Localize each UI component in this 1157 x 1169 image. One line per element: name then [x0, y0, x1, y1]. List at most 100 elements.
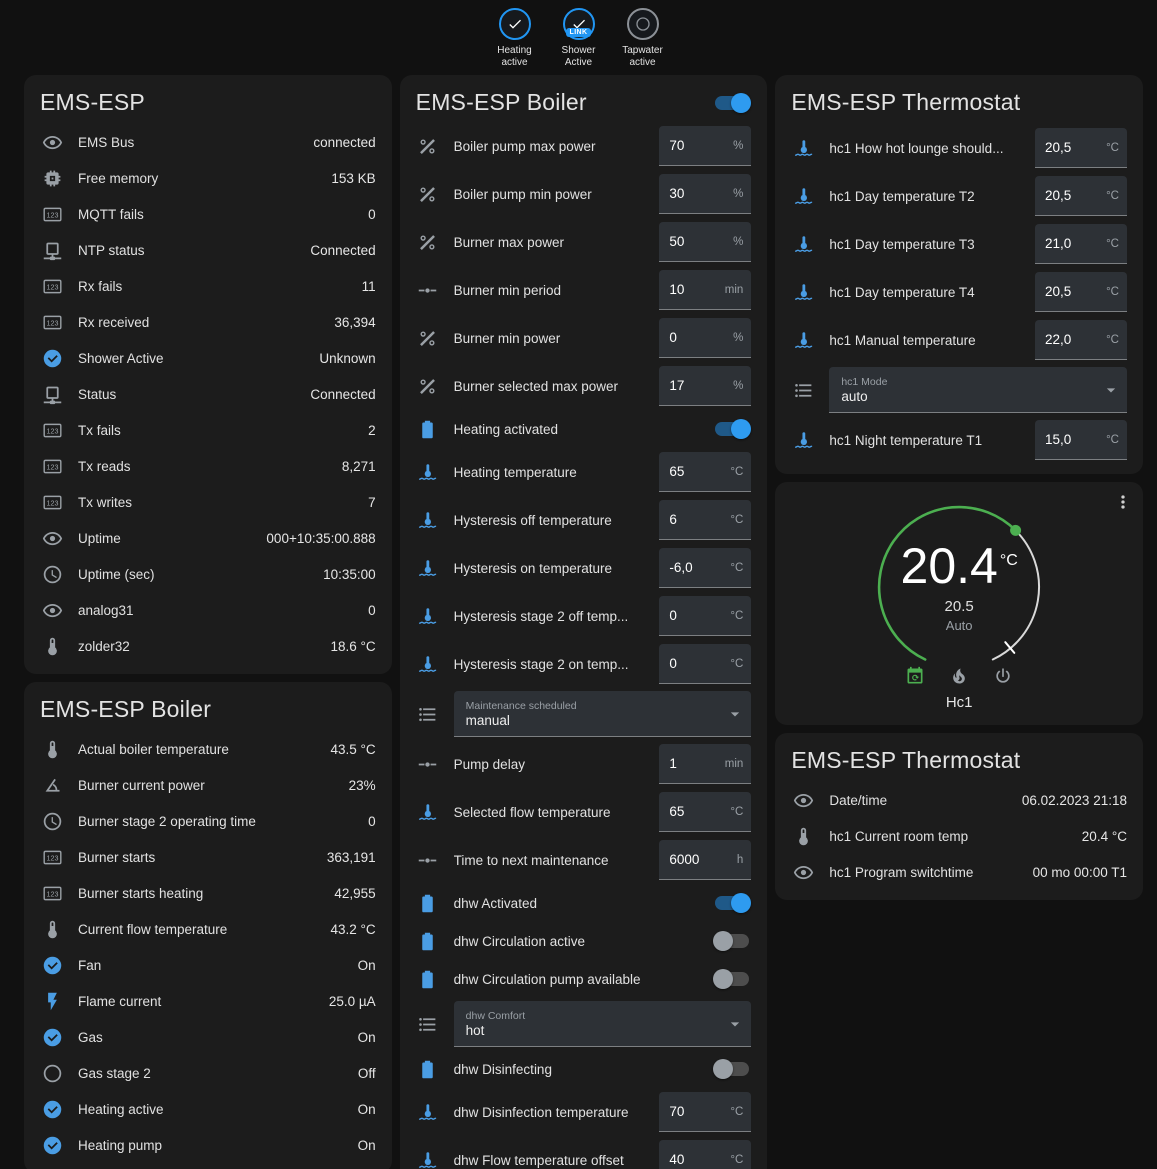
number-input[interactable]: 10min: [659, 270, 751, 310]
row-analog31[interactable]: analog310: [24, 592, 392, 628]
badge-shower-active[interactable]: LINK Shower Active: [551, 8, 607, 69]
number-input[interactable]: 15,0°C: [1035, 420, 1127, 460]
toggle-switch[interactable]: [715, 972, 749, 986]
entity-label: hc1 How hot lounge should...: [829, 141, 1021, 156]
row-burner-stage-2-operating-time[interactable]: Burner stage 2 operating time0: [24, 803, 392, 839]
toggle-knob: [731, 93, 751, 113]
number-input[interactable]: 20,5°C: [1035, 272, 1127, 312]
number-input[interactable]: 20,5°C: [1035, 128, 1127, 168]
number-unit: °C: [730, 514, 743, 526]
counter-icon: 123: [40, 847, 64, 868]
number-input[interactable]: 20,5°C: [1035, 176, 1127, 216]
thermo-water-icon: [416, 606, 440, 627]
number-input[interactable]: 0°C: [659, 596, 751, 636]
toggle-switch[interactable]: [715, 934, 749, 948]
number-input[interactable]: 0°C: [659, 644, 751, 684]
entity-value: 42,955: [334, 886, 375, 901]
row-actual-boiler-temperature[interactable]: Actual boiler temperature43.5 °C: [24, 731, 392, 767]
select-field[interactable]: dhw Comforthot: [454, 1001, 752, 1047]
number-input[interactable]: 70%: [659, 126, 751, 166]
row-hc1-how-hot-lounge-should: hc1 How hot lounge should... 20,5°C: [775, 124, 1143, 172]
select-field[interactable]: Maintenance scheduledmanual: [454, 691, 752, 737]
row-tx-fails[interactable]: 123Tx fails2: [24, 412, 392, 448]
toggle-switch[interactable]: [715, 1062, 749, 1076]
number-value: 20,5: [1045, 140, 1071, 155]
entity-value: 43.2 °C: [330, 922, 375, 937]
number-unit: °C: [1106, 190, 1119, 202]
number-input[interactable]: 22,0°C: [1035, 320, 1127, 360]
row-fan[interactable]: FanOn: [24, 947, 392, 983]
row-gas-stage-2[interactable]: Gas stage 2Off: [24, 1055, 392, 1091]
row-heating-active[interactable]: Heating activeOn: [24, 1091, 392, 1127]
entity-label: Uptime: [78, 531, 252, 546]
row-date-time[interactable]: Date/time06.02.2023 21:18: [775, 782, 1143, 818]
number-input[interactable]: 17%: [659, 366, 751, 406]
row-dhw-comfort: dhw Comforthot: [400, 998, 768, 1050]
percent-icon: [416, 328, 440, 349]
toggle-switch[interactable]: [715, 896, 749, 910]
battery-icon: [416, 1059, 440, 1080]
row-tx-reads[interactable]: 123Tx reads8,271: [24, 448, 392, 484]
row-shower-active[interactable]: Shower ActiveUnknown: [24, 340, 392, 376]
row-zolder32[interactable]: zolder3218.6 °C: [24, 628, 392, 664]
row-hc1-current-room-temp[interactable]: hc1 Current room temp20.4 °C: [775, 818, 1143, 854]
number-input[interactable]: 70°C: [659, 1092, 751, 1132]
row-ems-bus[interactable]: EMS Busconnected: [24, 124, 392, 160]
row-uptime-sec[interactable]: Uptime (sec)10:35:00: [24, 556, 392, 592]
row-uptime[interactable]: Uptime000+10:35:00.888: [24, 520, 392, 556]
row-ntp-status[interactable]: NTP statusConnected: [24, 232, 392, 268]
dashboard-grid: EMS-ESP EMS BusconnectedFree memory153 K…: [0, 75, 1157, 1169]
badge-heating-active[interactable]: Heating active: [487, 8, 543, 69]
row-rx-fails[interactable]: 123Rx fails11: [24, 268, 392, 304]
number-value: 6000: [669, 852, 699, 867]
thermo-water-icon: [791, 186, 815, 207]
row-mqtt-fails[interactable]: 123MQTT fails0: [24, 196, 392, 232]
number-input[interactable]: 6000h: [659, 840, 751, 880]
row-heating-pump[interactable]: Heating pump On: [24, 1127, 392, 1163]
number-input[interactable]: 0%: [659, 318, 751, 358]
row-burner-current-power[interactable]: Burner current power23%: [24, 767, 392, 803]
row-burner-starts-heating[interactable]: 123Burner starts heating42,955: [24, 875, 392, 911]
row-gas[interactable]: GasOn: [24, 1019, 392, 1055]
entity-value: On: [358, 1138, 376, 1153]
entity-label: hc1 Day temperature T3: [829, 237, 1021, 252]
number-value: -6,0: [669, 560, 692, 575]
ray-icon: [416, 850, 440, 871]
entity-label: Burner starts: [78, 850, 313, 865]
toggle-switch[interactable]: [715, 422, 749, 436]
row-tx-writes[interactable]: 123Tx writes7: [24, 484, 392, 520]
thermostat-dial[interactable]: 20.4°C 20.5 Auto: [864, 492, 1054, 682]
row-free-memory[interactable]: Free memory153 KB: [24, 160, 392, 196]
select-value: auto: [841, 389, 1097, 404]
number-value: 0: [669, 608, 677, 623]
number-input[interactable]: 1min: [659, 744, 751, 784]
card-master-toggle[interactable]: [715, 96, 749, 110]
row-heating-activated: Heating activated: [400, 410, 768, 448]
select-field[interactable]: hc1 Modeauto: [829, 367, 1127, 413]
row-rx-received[interactable]: 123Rx received36,394: [24, 304, 392, 340]
row-current-flow-temperature[interactable]: Current flow temperature43.2 °C: [24, 911, 392, 947]
thermo-water-icon: [416, 462, 440, 483]
row-burner-starts[interactable]: 123Burner starts363,191: [24, 839, 392, 875]
number-input[interactable]: 50%: [659, 222, 751, 262]
more-menu-icon[interactable]: [1113, 492, 1133, 512]
number-value: 17: [669, 378, 684, 393]
eye-icon: [40, 528, 64, 549]
number-input[interactable]: 40°C: [659, 1140, 751, 1169]
badge-tapwater-active[interactable]: Tapwater active: [615, 8, 671, 69]
number-value: 22,0: [1045, 332, 1071, 347]
number-input[interactable]: 65°C: [659, 452, 751, 492]
row-status[interactable]: StatusConnected: [24, 376, 392, 412]
number-value: 0: [669, 656, 677, 671]
number-input[interactable]: 30%: [659, 174, 751, 214]
number-input[interactable]: 65°C: [659, 792, 751, 832]
svg-text:123: 123: [46, 854, 58, 862]
number-value: 0: [669, 330, 677, 345]
number-input[interactable]: 6°C: [659, 500, 751, 540]
row-flame-current[interactable]: Flame current25.0 µA: [24, 983, 392, 1019]
entity-label: Heating pump: [78, 1138, 344, 1153]
entity-label: NTP status: [78, 243, 296, 258]
number-input[interactable]: 21,0°C: [1035, 224, 1127, 264]
row-hc1-program-switchtime[interactable]: hc1 Program switchtime00 mo 00:00 T1: [775, 854, 1143, 890]
number-input[interactable]: -6,0°C: [659, 548, 751, 588]
